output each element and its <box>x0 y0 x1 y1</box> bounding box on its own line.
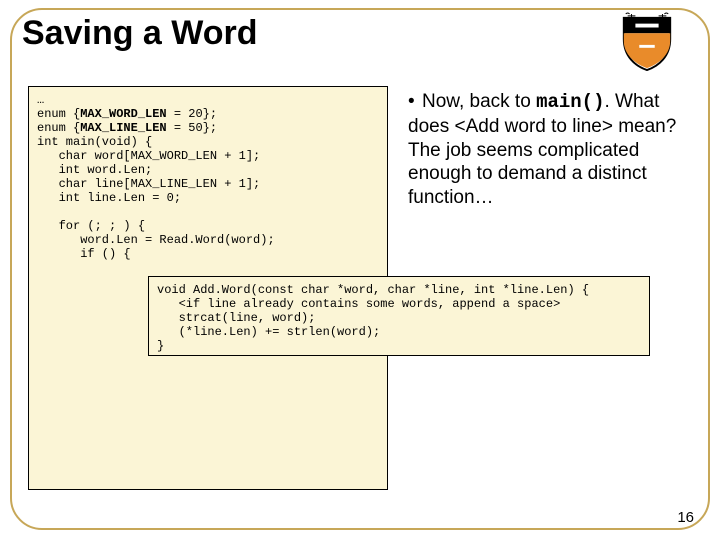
code-snippet-box: void Add.Word(const char *word, char *li… <box>148 276 650 356</box>
princeton-crest-icon <box>618 12 676 72</box>
bullet-pre: Now, back to <box>422 91 536 112</box>
bullet-text: •Now, back to main(). What does <Add wor… <box>408 90 690 210</box>
bullet-mono: main() <box>536 91 604 113</box>
code-snippet: void Add.Word(const char *word, char *li… <box>157 283 589 353</box>
slide: Saving a Word •Now, back to main(). What… <box>0 0 720 540</box>
page-number: 16 <box>677 509 694 526</box>
slide-title: Saving a Word <box>22 14 698 53</box>
bullet-dot-icon: • <box>408 90 422 114</box>
code-main: … enum {MAX_WORD_LEN = 20}; enum {MAX_LI… <box>37 93 275 275</box>
